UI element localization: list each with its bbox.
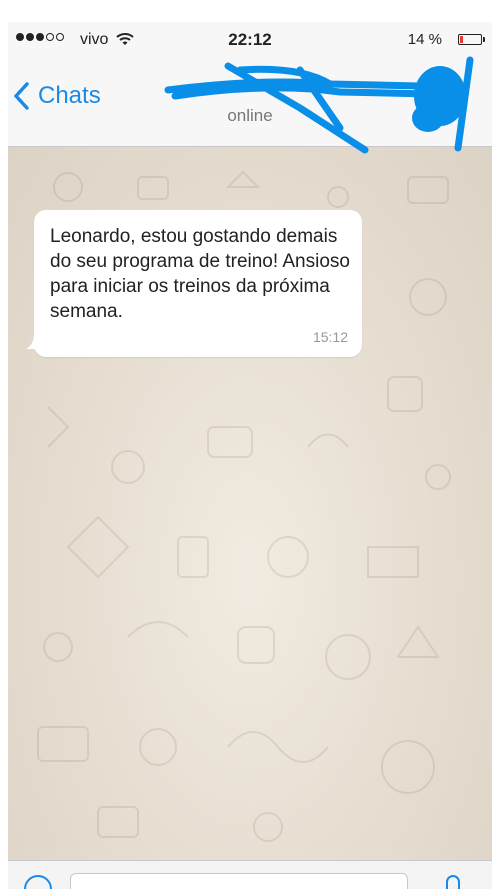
microphone-icon[interactable] bbox=[446, 875, 460, 889]
message-time: 15:12 bbox=[312, 329, 348, 345]
phone-screen: vivo 22:12 14 % Chats online Leonardo, e… bbox=[8, 22, 492, 889]
plus-icon[interactable] bbox=[24, 875, 52, 889]
contact-avatar[interactable] bbox=[416, 72, 462, 118]
message-text: Leonardo, estou gostando demais do seu p… bbox=[50, 226, 350, 322]
message-input[interactable] bbox=[70, 873, 408, 889]
input-bar bbox=[8, 860, 492, 889]
battery-percent: 14 % bbox=[407, 31, 442, 48]
bubble-tail bbox=[26, 333, 42, 349]
battery-level bbox=[460, 36, 463, 43]
navigation-bar: Chats online bbox=[8, 60, 492, 147]
status-bar: vivo 22:12 14 % bbox=[8, 22, 492, 60]
battery-icon bbox=[458, 34, 485, 45]
message-bubble[interactable]: Leonardo, estou gostando demais do seu p… bbox=[26, 210, 362, 357]
chat-area[interactable]: Leonardo, estou gostando demais do seu p… bbox=[8, 147, 492, 860]
contact-status: online bbox=[227, 106, 273, 125]
